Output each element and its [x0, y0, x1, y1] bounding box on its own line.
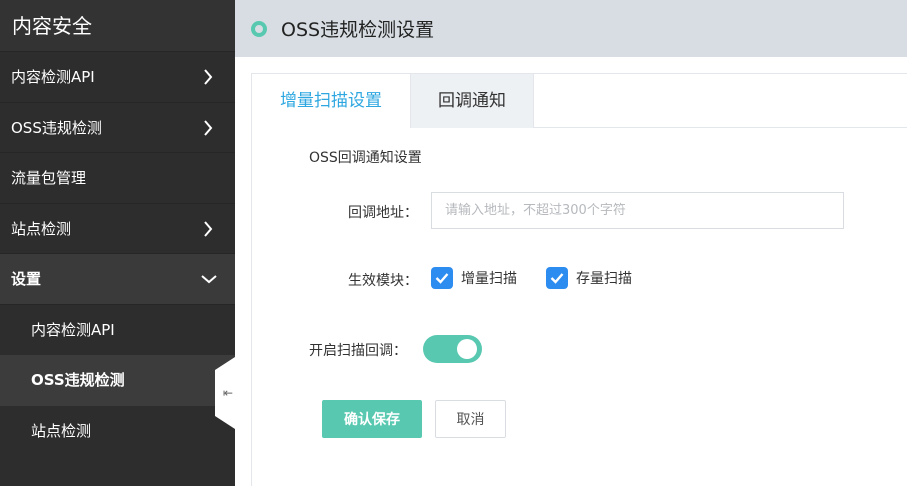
sidebar-item-site-detection[interactable]: 站点检测	[0, 204, 235, 254]
scan-callback-toggle[interactable]	[423, 335, 482, 363]
cancel-button[interactable]: 取消	[435, 400, 506, 438]
sidebar-item-label: 设置	[11, 270, 42, 288]
page-title: OSS违规检测设置	[281, 19, 435, 41]
chevron-right-icon	[203, 103, 213, 153]
sidebar-item-label: OSS违规检测	[11, 118, 102, 137]
app-title: 内容安全	[0, 0, 235, 52]
save-button[interactable]: 确认保存	[322, 400, 422, 438]
sidebar-item-traffic-package[interactable]: 流量包管理	[0, 153, 235, 204]
settings-panel: 增量扫描设置 回调通知 OSS回调通知设置 回调地址： 生效模块： 增量扫描 存…	[251, 73, 907, 486]
section-title: OSS回调通知设置	[309, 150, 422, 166]
sidebar-subitem-site-detection[interactable]: 站点检测	[0, 405, 235, 456]
page-header: OSS违规检测设置	[235, 0, 907, 57]
ring-icon	[251, 20, 267, 37]
tab-incremental-scan-settings[interactable]: 增量扫描设置	[252, 74, 410, 128]
sidebar-item-label: 内容检测API	[11, 68, 95, 86]
sidebar-subitem-content-api[interactable]: 内容检测API	[0, 304, 235, 355]
checkbox-stock-scan[interactable]: 存量扫描	[546, 267, 632, 289]
sidebar-item-label: 站点检测	[11, 219, 72, 238]
sidebar-subitem-label: OSS违规检测	[31, 371, 125, 389]
chevron-right-icon	[203, 204, 213, 254]
collapse-icon: ⇤	[222, 386, 234, 400]
scan-callback-label: 开启扫描回调：	[309, 343, 407, 359]
checkbox-checked-icon	[546, 267, 568, 289]
sidebar-item-settings[interactable]: 设置	[0, 254, 235, 305]
sidebar-subitem-label: 站点检测	[31, 421, 92, 440]
sidebar-item-label: 流量包管理	[11, 169, 87, 187]
modules-label: 生效模块：	[348, 273, 418, 289]
checkbox-checked-icon	[431, 267, 453, 289]
tab-callback-notification[interactable]: 回调通知	[410, 74, 534, 128]
checkbox-label: 增量扫描	[461, 271, 517, 287]
chevron-right-icon	[203, 52, 213, 102]
sidebar-subitem-label: 内容检测API	[31, 320, 115, 339]
sidebar-item-oss-detection[interactable]: OSS违规检测	[0, 103, 235, 153]
checkbox-label: 存量扫描	[576, 271, 632, 287]
tab-bar: 增量扫描设置 回调通知	[252, 74, 907, 128]
callback-url-label: 回调地址：	[348, 205, 418, 221]
callback-url-input[interactable]	[431, 192, 844, 229]
sidebar-subitem-oss-detection[interactable]: OSS违规检测	[0, 355, 235, 406]
chevron-down-icon	[201, 254, 217, 304]
toggle-knob	[457, 339, 477, 359]
sidebar: 内容安全 内容检测API OSS违规检测 流量包管理 站点检测 设置 内容检测A…	[0, 0, 235, 486]
checkbox-incremental-scan[interactable]: 增量扫描	[431, 267, 517, 289]
sidebar-item-content-api[interactable]: 内容检测API	[0, 52, 235, 103]
